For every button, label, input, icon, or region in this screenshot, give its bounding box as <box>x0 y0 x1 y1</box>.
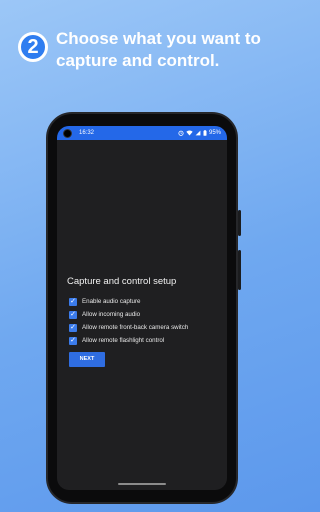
flashlight-control-checkbox[interactable]: ✓ <box>69 336 77 345</box>
camera-hole <box>63 128 72 138</box>
option-flashlight-control[interactable]: ✓ Allow remote flashlight control <box>69 334 222 347</box>
option-label: Enable audio capture <box>82 298 141 305</box>
navigation-handle[interactable] <box>118 483 166 485</box>
phone-mockup: 16:32 95% Capture and control setup ✓ En… <box>46 112 241 504</box>
status-time: 16:32 <box>79 130 95 136</box>
step-number-badge: 2 <box>18 32 48 62</box>
status-bar: 16:32 95% <box>57 126 227 140</box>
incoming-audio-checkbox[interactable]: ✓ <box>69 310 77 319</box>
setup-title: Capture and control setup <box>67 276 177 287</box>
headline-text: Choose what you want to capture and cont… <box>56 29 261 70</box>
phone-volume-button <box>238 250 241 290</box>
signal-icon <box>195 130 201 136</box>
headline: 2 Choose what you want to capture and co… <box>18 26 284 74</box>
alarm-icon <box>178 130 184 136</box>
status-icons: 95% <box>178 130 221 136</box>
option-allow-incoming-audio[interactable]: ✓ Allow incoming audio <box>69 308 222 321</box>
battery-icon <box>203 130 207 136</box>
camera-switch-checkbox[interactable]: ✓ <box>69 323 77 332</box>
wifi-icon <box>186 130 193 136</box>
phone-side-button <box>238 210 241 236</box>
next-button[interactable]: NEXT <box>69 351 105 367</box>
option-camera-switch[interactable]: ✓ Allow remote front-back camera switch <box>69 321 222 334</box>
setup-panel: Capture and control setup ✓ Enable audio… <box>67 276 222 367</box>
phone-screen: 16:32 95% Capture and control setup ✓ En… <box>57 126 227 490</box>
option-label: Allow remote front-back camera switch <box>82 324 189 331</box>
battery-percent: 95% <box>208 130 221 136</box>
audio-capture-checkbox[interactable]: ✓ <box>69 297 77 306</box>
option-enable-audio-capture[interactable]: ✓ Enable audio capture <box>69 295 222 308</box>
option-label: Allow remote flashlight control <box>82 337 165 344</box>
option-label: Allow incoming audio <box>82 311 141 318</box>
